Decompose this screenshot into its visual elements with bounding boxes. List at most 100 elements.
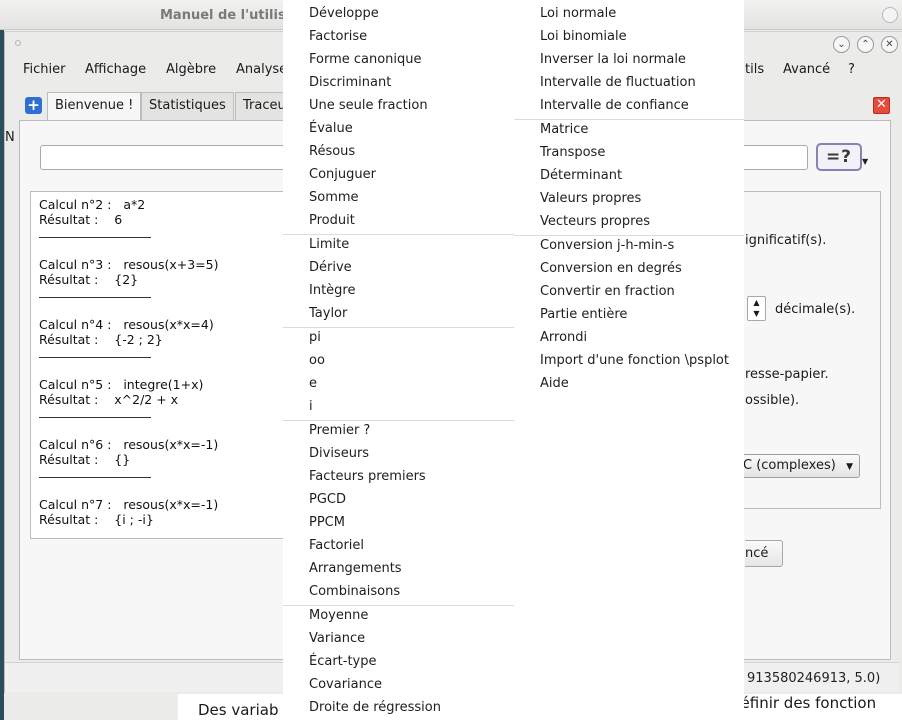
menu-separator xyxy=(514,119,744,120)
history-item[interactable]: Calcul n°5 : integre(1+x) Résultat : x^2… xyxy=(39,377,203,418)
number-mode-value: C (complexes) xyxy=(743,458,836,473)
menu-item-intervalle-de-confiance[interactable]: Intervalle de confiance xyxy=(540,98,689,113)
menu-item-matrice[interactable]: Matrice xyxy=(540,122,588,137)
menu-separator xyxy=(283,234,514,235)
menu-item-valeurs-propres[interactable]: Valeurs propres xyxy=(540,191,641,206)
menu-analyse[interactable]: Analyse xyxy=(236,62,287,77)
menu-item-factorise[interactable]: Factorise xyxy=(309,29,367,44)
menu-item-loi-binomiale[interactable]: Loi binomiale xyxy=(540,29,627,44)
history-separator xyxy=(39,417,151,418)
close-icon[interactable]: ✕ xyxy=(881,36,898,53)
menu-item-forme-canonique[interactable]: Forme canonique xyxy=(309,52,422,67)
history-item[interactable]: Calcul n°3 : resous(x+3=5) Résultat : {2… xyxy=(39,257,219,298)
menu-item-convertir-en-fraction[interactable]: Convertir en fraction xyxy=(540,284,675,299)
background-text-right: définir des fonction xyxy=(731,694,877,712)
menu-item-arrangements[interactable]: Arrangements xyxy=(309,561,402,576)
calc-expression: Calcul n°3 : resous(x+3=5) xyxy=(39,257,219,272)
menu-item-i[interactable]: i xyxy=(309,399,313,414)
calc-result: Résultat : {i ; -i} xyxy=(39,512,154,527)
menu-item-covariance[interactable]: Covariance xyxy=(309,677,382,692)
menu-fichier[interactable]: Fichier xyxy=(23,62,66,77)
background-close-icon[interactable] xyxy=(882,7,898,23)
calc-expression: Calcul n°5 : integre(1+x) xyxy=(39,377,204,392)
menu-item-evalue[interactable]: Évalue xyxy=(309,121,353,136)
history-separator xyxy=(39,237,151,238)
menu-item-transpose[interactable]: Transpose xyxy=(540,145,605,160)
chevron-down-icon: ▼ xyxy=(846,462,853,472)
menu-avance[interactable]: Avancé xyxy=(783,62,830,77)
history-separator xyxy=(39,297,151,298)
menu-item-arrondi[interactable]: Arrondi xyxy=(540,330,587,345)
menu-item-intervalle-de-fluctuation[interactable]: Intervalle de fluctuation xyxy=(540,75,696,90)
status-text: 913580246913, 5.0) xyxy=(747,671,881,686)
menu-item-resous[interactable]: Résous xyxy=(309,144,355,159)
menu-item-factoriel[interactable]: Factoriel xyxy=(309,538,364,553)
add-tab-icon[interactable]: + xyxy=(25,97,42,114)
menu-item-import-d-une-fonction-psplot[interactable]: Import d'une fonction \psplot xyxy=(540,353,729,368)
menu-item-produit[interactable]: Produit xyxy=(309,213,355,228)
menu-item-developpe[interactable]: Développe xyxy=(309,6,379,21)
menu-item-taylor[interactable]: Taylor xyxy=(309,306,347,321)
clipboard-label: resse-papier. xyxy=(745,367,829,382)
history-item[interactable]: Calcul n°7 : resous(x*x=-1) Résultat : {… xyxy=(39,497,218,527)
number-mode-select[interactable]: C (complexes) ▼ xyxy=(742,454,860,478)
menu-item-oo[interactable]: oo xyxy=(309,353,325,368)
calc-expression: Calcul n°4 : resous(x*x=4) xyxy=(39,317,214,332)
menu-item-determinant[interactable]: Déterminant xyxy=(540,168,622,183)
history-item[interactable]: Calcul n°6 : resous(x*x=-1) Résultat : {… xyxy=(39,437,218,478)
menu-item-partie-entiere[interactable]: Partie entière xyxy=(540,307,627,322)
history-panel[interactable]: Calcul n°2 : a*2 Résultat : 6 Calcul n°3… xyxy=(30,191,286,539)
calc-result: Résultat : {2} xyxy=(39,272,139,287)
menu-item-premier[interactable]: Premier ? xyxy=(309,423,370,438)
menu-item-combinaisons[interactable]: Combinaisons xyxy=(309,584,400,599)
history-item[interactable]: Calcul n°2 : a*2 Résultat : 6 xyxy=(39,197,151,238)
menu-separator xyxy=(283,420,514,421)
tab-bienvenue[interactable]: Bienvenue ! xyxy=(47,92,142,120)
menu-affichage[interactable]: Affichage xyxy=(85,62,146,77)
window-menu-icon[interactable] xyxy=(15,40,21,46)
calc-expression: Calcul n°6 : resous(x*x=-1) xyxy=(39,437,219,452)
menu-outils[interactable]: tils xyxy=(745,62,764,77)
menu-item-somme[interactable]: Somme xyxy=(309,190,359,205)
menu-item-discriminant[interactable]: Discriminant xyxy=(309,75,391,90)
maximize-icon[interactable]: ⌃ xyxy=(857,36,874,53)
menu-item-aide[interactable]: Aide xyxy=(540,376,569,391)
calc-expression: Calcul n°7 : resous(x*x=-1) xyxy=(39,497,219,512)
chevron-down-icon[interactable]: ▼ xyxy=(862,157,868,166)
menu-algebre[interactable]: Algèbre xyxy=(166,62,216,77)
menu-item-ecart-type[interactable]: Écart-type xyxy=(309,654,377,669)
menu-help[interactable]: ? xyxy=(848,62,855,77)
menu-item-diviseurs[interactable]: Diviseurs xyxy=(309,446,369,461)
minimize-icon[interactable]: ⌄ xyxy=(833,36,850,53)
menu-item-loi-normale[interactable]: Loi normale xyxy=(540,6,616,21)
menu-item-moyenne[interactable]: Moyenne xyxy=(309,608,368,623)
evaluate-button[interactable]: =? xyxy=(816,143,862,171)
history-item[interactable]: Calcul n°4 : resous(x*x=4) Résultat : {-… xyxy=(39,317,214,358)
menu-item-derive[interactable]: Dérive xyxy=(309,260,352,275)
menu-item-une-seule-fraction[interactable]: Une seule fraction xyxy=(309,98,428,113)
menu-separator xyxy=(514,235,744,236)
decimal-spinner[interactable]: ▲ ▼ xyxy=(747,296,766,321)
menu-item-limite[interactable]: Limite xyxy=(309,237,349,252)
menu-item-ppcm[interactable]: PPCM xyxy=(309,515,345,530)
left-edge-label: N xyxy=(5,130,15,145)
menu-item-conversion-en-degres[interactable]: Conversion en degrés xyxy=(540,261,682,276)
menu-item-facteurs-premiers[interactable]: Facteurs premiers xyxy=(309,469,426,484)
menu-item-vecteurs-propres[interactable]: Vecteurs propres xyxy=(540,214,650,229)
tab-statistiques[interactable]: Statistiques xyxy=(141,92,234,120)
menu-item-integre[interactable]: Intègre xyxy=(309,283,355,298)
close-tab-icon[interactable]: ✕ xyxy=(873,97,890,114)
menu-item-pgcd[interactable]: PGCD xyxy=(309,492,346,507)
menu-item-conversion-j-h-min-s[interactable]: Conversion j-h-min-s xyxy=(540,238,674,253)
menu-item-conjuguer[interactable]: Conjuguer xyxy=(309,167,376,182)
menu-item-variance[interactable]: Variance xyxy=(309,631,365,646)
calc-result: Résultat : {} xyxy=(39,452,131,467)
menu-item-droite-de-regression[interactable]: Droite de régression xyxy=(309,700,441,715)
menu-item-e[interactable]: e xyxy=(309,376,317,391)
calc-result: Résultat : {-2 ; 2} xyxy=(39,332,163,347)
menu-item-inverser-la-loi-normale[interactable]: Inverser la loi normale xyxy=(540,52,686,67)
history-separator xyxy=(39,357,151,358)
menu-item-pi[interactable]: pi xyxy=(309,330,321,345)
functions-dropdown-menu: Développe Factorise Forme canonique Discrim… xyxy=(283,0,744,720)
advanced-button[interactable]: ncé xyxy=(745,540,783,567)
